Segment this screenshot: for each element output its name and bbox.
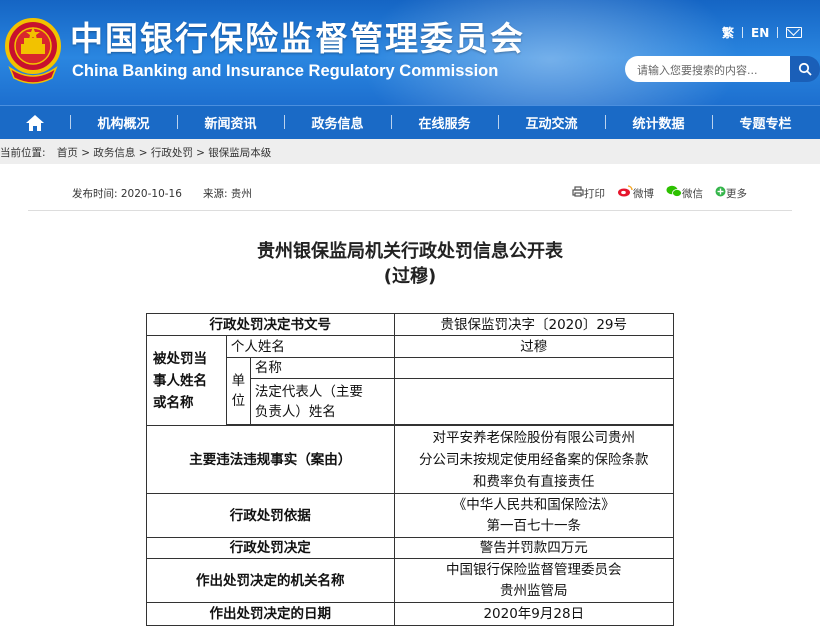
table-row: 被处罚当 事人姓名 或名称 个人姓名 过穆: [146, 335, 675, 426]
facts-line: 对平安养老保险股份有限公司贵州: [432, 429, 636, 446]
decision-label: 行政处罚决定: [146, 537, 395, 559]
lang-traditional-link[interactable]: 繁: [722, 24, 734, 41]
table-row: 行政处罚决定书文号 贵银保监罚决字〔2020〕29号: [146, 313, 675, 336]
weibo-label: 微博: [633, 188, 654, 200]
lang-separator: [742, 27, 744, 38]
more-button[interactable]: 更多: [715, 186, 747, 201]
site-title-cn: 中国银行保险监督管理委员会: [70, 19, 525, 58]
unit-name-label: 名称: [249, 357, 395, 379]
site-header: 中国银行保险监督管理委员会 China Banking and Insuranc…: [0, 0, 820, 105]
unit-name-value: [393, 357, 675, 379]
party-label-line: 或名称: [153, 394, 194, 411]
legal-rep-value: [393, 378, 675, 425]
home-icon: [26, 114, 44, 131]
site-title-en: China Banking and Insurance Regulatory C…: [72, 62, 499, 80]
nav-item-news[interactable]: 新闻资讯: [177, 113, 284, 132]
main-nav: 机构概况 新闻资讯 政务信息 在线服务 互动交流 统计数据 专题专栏: [0, 105, 820, 139]
facts-line: 分公司未按规定使用经备案的保险条款: [419, 451, 649, 468]
wechat-button[interactable]: 微信: [666, 185, 703, 201]
basis-line: 《中华人民共和国保险法》: [452, 496, 615, 513]
search-input[interactable]: 请输入您要搜索的内容...: [625, 56, 790, 82]
wechat-label: 微信: [682, 188, 703, 200]
mail-icon[interactable]: [786, 27, 803, 38]
share-bar: 打印 微博 微信 更多: [572, 185, 747, 201]
table-row: 作出处罚决定的机关名称 中国银行保险监督管理委员会 贵州监管局: [146, 558, 675, 603]
publish-date: 发布时间: 2020-10-16: [72, 188, 182, 200]
facts-value: 对平安养老保险股份有限公司贵州 分公司未按规定使用经备案的保险条款 和费率负有直…: [393, 425, 675, 494]
table-row: 行政处罚依据 《中华人民共和国保险法》 第一百七十一条: [146, 493, 675, 538]
authority-line: 中国银行保险监督管理委员会: [446, 561, 622, 578]
document-subtitle: (过穆): [383, 266, 437, 287]
unit-label-cell: 单 位: [225, 357, 251, 425]
facts-label: 主要违法违规事实（案由）: [146, 425, 395, 494]
authority-line: 贵州监管局: [500, 582, 568, 599]
legal-rep-label-line: 负责人）姓名: [254, 403, 336, 420]
legal-rep-label-cell: 法定代表人（主要 负责人）姓名: [249, 378, 395, 425]
date-label: 作出处罚决定的日期: [146, 602, 395, 626]
penalty-info-table: 行政处罚决定书文号 贵银保监罚决字〔2020〕29号 被处罚当 事人姓名 或名称…: [146, 313, 675, 626]
language-switcher: 繁 EN: [722, 24, 803, 41]
national-emblem-icon: [5, 18, 61, 84]
table-row: 作出处罚决定的日期 2020年9月28日: [146, 602, 675, 626]
unit-label-line: 单: [231, 373, 246, 389]
lang-en-link[interactable]: EN: [751, 26, 769, 40]
basis-line: 第一百七十一条: [486, 517, 582, 534]
more-label: 更多: [726, 187, 747, 200]
unit-label-line: 位: [231, 393, 246, 409]
print-button[interactable]: 打印: [572, 185, 605, 201]
wechat-icon: [666, 185, 682, 197]
party-label-cell: 被处罚当 事人姓名 或名称: [146, 335, 227, 426]
breadcrumb: 当前位置: 首页 > 政务信息 > 行政处罚 > 银保监局本级: [0, 139, 820, 164]
decision-no-value: 贵银保监罚决字〔2020〕29号: [393, 313, 675, 336]
party-label-line: 被处罚当: [153, 350, 207, 367]
decision-value: 警告并罚款四万元: [393, 537, 675, 559]
nav-item-topics[interactable]: 专题专栏: [712, 113, 819, 132]
individual-name-label: 个人姓名: [225, 335, 395, 358]
facts-line: 和费率负有直接责任: [473, 473, 595, 490]
table-row: 主要违法违规事实（案由） 对平安养老保险股份有限公司贵州 分公司未按规定使用经备…: [146, 425, 675, 494]
print-label: 打印: [584, 187, 605, 200]
print-icon: [572, 185, 584, 197]
individual-name-value: 过穆: [393, 335, 675, 358]
basis-value: 《中华人民共和国保险法》 第一百七十一条: [393, 493, 675, 538]
plus-icon: [715, 186, 726, 196]
source: 来源: 贵州: [203, 188, 252, 200]
lang-separator: [777, 27, 779, 38]
authority-label: 作出处罚决定的机关名称: [146, 558, 395, 603]
legal-rep-label-line: 法定代表人（主要: [254, 383, 363, 400]
party-label-line: 事人姓名: [153, 372, 207, 389]
decision-no-label: 行政处罚决定书文号: [146, 313, 395, 336]
table-row: 单 位 名称: [147, 357, 675, 425]
search-button[interactable]: [790, 56, 820, 82]
weibo-button[interactable]: 微博: [617, 185, 654, 201]
nav-home[interactable]: [0, 114, 70, 132]
table-row: 行政处罚决定 警告并罚款四万元: [146, 537, 675, 559]
nav-item-online-service[interactable]: 在线服务: [391, 113, 498, 132]
nav-item-about[interactable]: 机构概况: [70, 113, 177, 132]
weibo-icon: [618, 185, 633, 197]
breadcrumb-label: 当前位置:: [0, 147, 46, 159]
date-value: 2020年9月28日: [393, 602, 675, 626]
authority-value: 中国银行保险监督管理委员会 贵州监管局: [393, 558, 675, 603]
nav-item-interaction[interactable]: 互动交流: [498, 113, 605, 132]
search-icon: [798, 62, 812, 76]
meta-divider: [28, 210, 792, 211]
nav-item-gov-info[interactable]: 政务信息: [284, 113, 391, 132]
breadcrumb-path[interactable]: 首页 > 政务信息 > 行政处罚 > 银保监局本级: [57, 147, 271, 159]
nav-item-statistics[interactable]: 统计数据: [605, 113, 712, 132]
basis-label: 行政处罚依据: [146, 493, 395, 538]
document-title: 贵州银保监局机关行政处罚信息公开表: [257, 241, 563, 262]
